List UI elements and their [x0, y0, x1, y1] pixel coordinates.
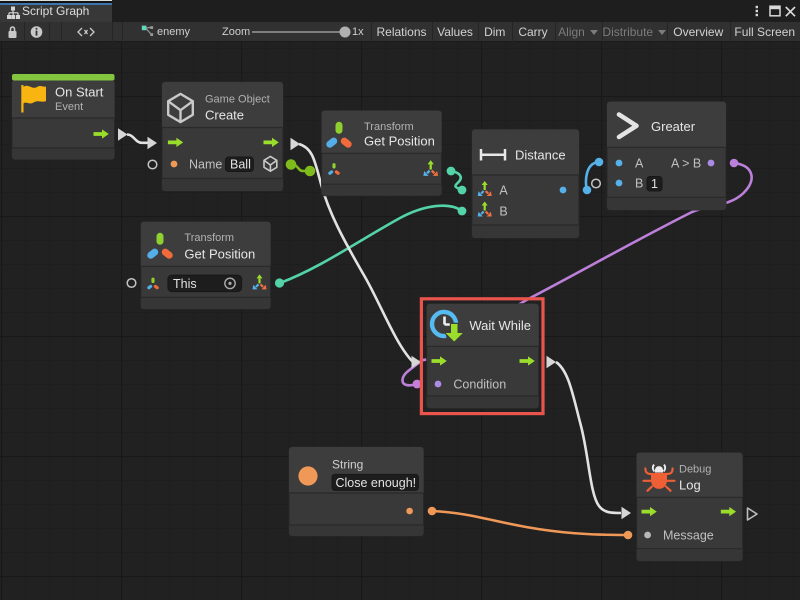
svg-text:This: This: [173, 277, 197, 291]
svg-text:Transform: Transform: [364, 121, 414, 133]
svg-text:On Start: On Start: [55, 85, 104, 100]
svg-text:B: B: [499, 205, 507, 219]
svg-text:Name: Name: [189, 158, 222, 172]
svg-text:Transform: Transform: [184, 232, 234, 244]
svg-text:Wait While: Wait While: [469, 318, 531, 333]
svg-text:Event: Event: [55, 101, 83, 113]
svg-text:A > B: A > B: [671, 157, 701, 171]
svg-text:Get Position: Get Position: [364, 133, 435, 148]
svg-text:Distance: Distance: [515, 147, 566, 162]
svg-text:A: A: [635, 157, 644, 171]
svg-text:Debug: Debug: [679, 464, 711, 476]
svg-text:Greater: Greater: [651, 119, 696, 134]
svg-text:Close enough!: Close enough!: [336, 476, 417, 490]
svg-text:Ball: Ball: [230, 158, 251, 172]
svg-text:Game Object: Game Object: [205, 94, 270, 106]
svg-text:Log: Log: [679, 477, 701, 492]
svg-text:Get Position: Get Position: [184, 247, 255, 262]
svg-text:Condition: Condition: [453, 378, 506, 392]
svg-text:A: A: [499, 184, 508, 198]
svg-text:1: 1: [651, 177, 658, 191]
svg-text:String: String: [332, 457, 363, 471]
svg-text:B: B: [635, 177, 643, 191]
svg-text:Message: Message: [663, 529, 714, 543]
svg-text:Create: Create: [205, 107, 244, 122]
